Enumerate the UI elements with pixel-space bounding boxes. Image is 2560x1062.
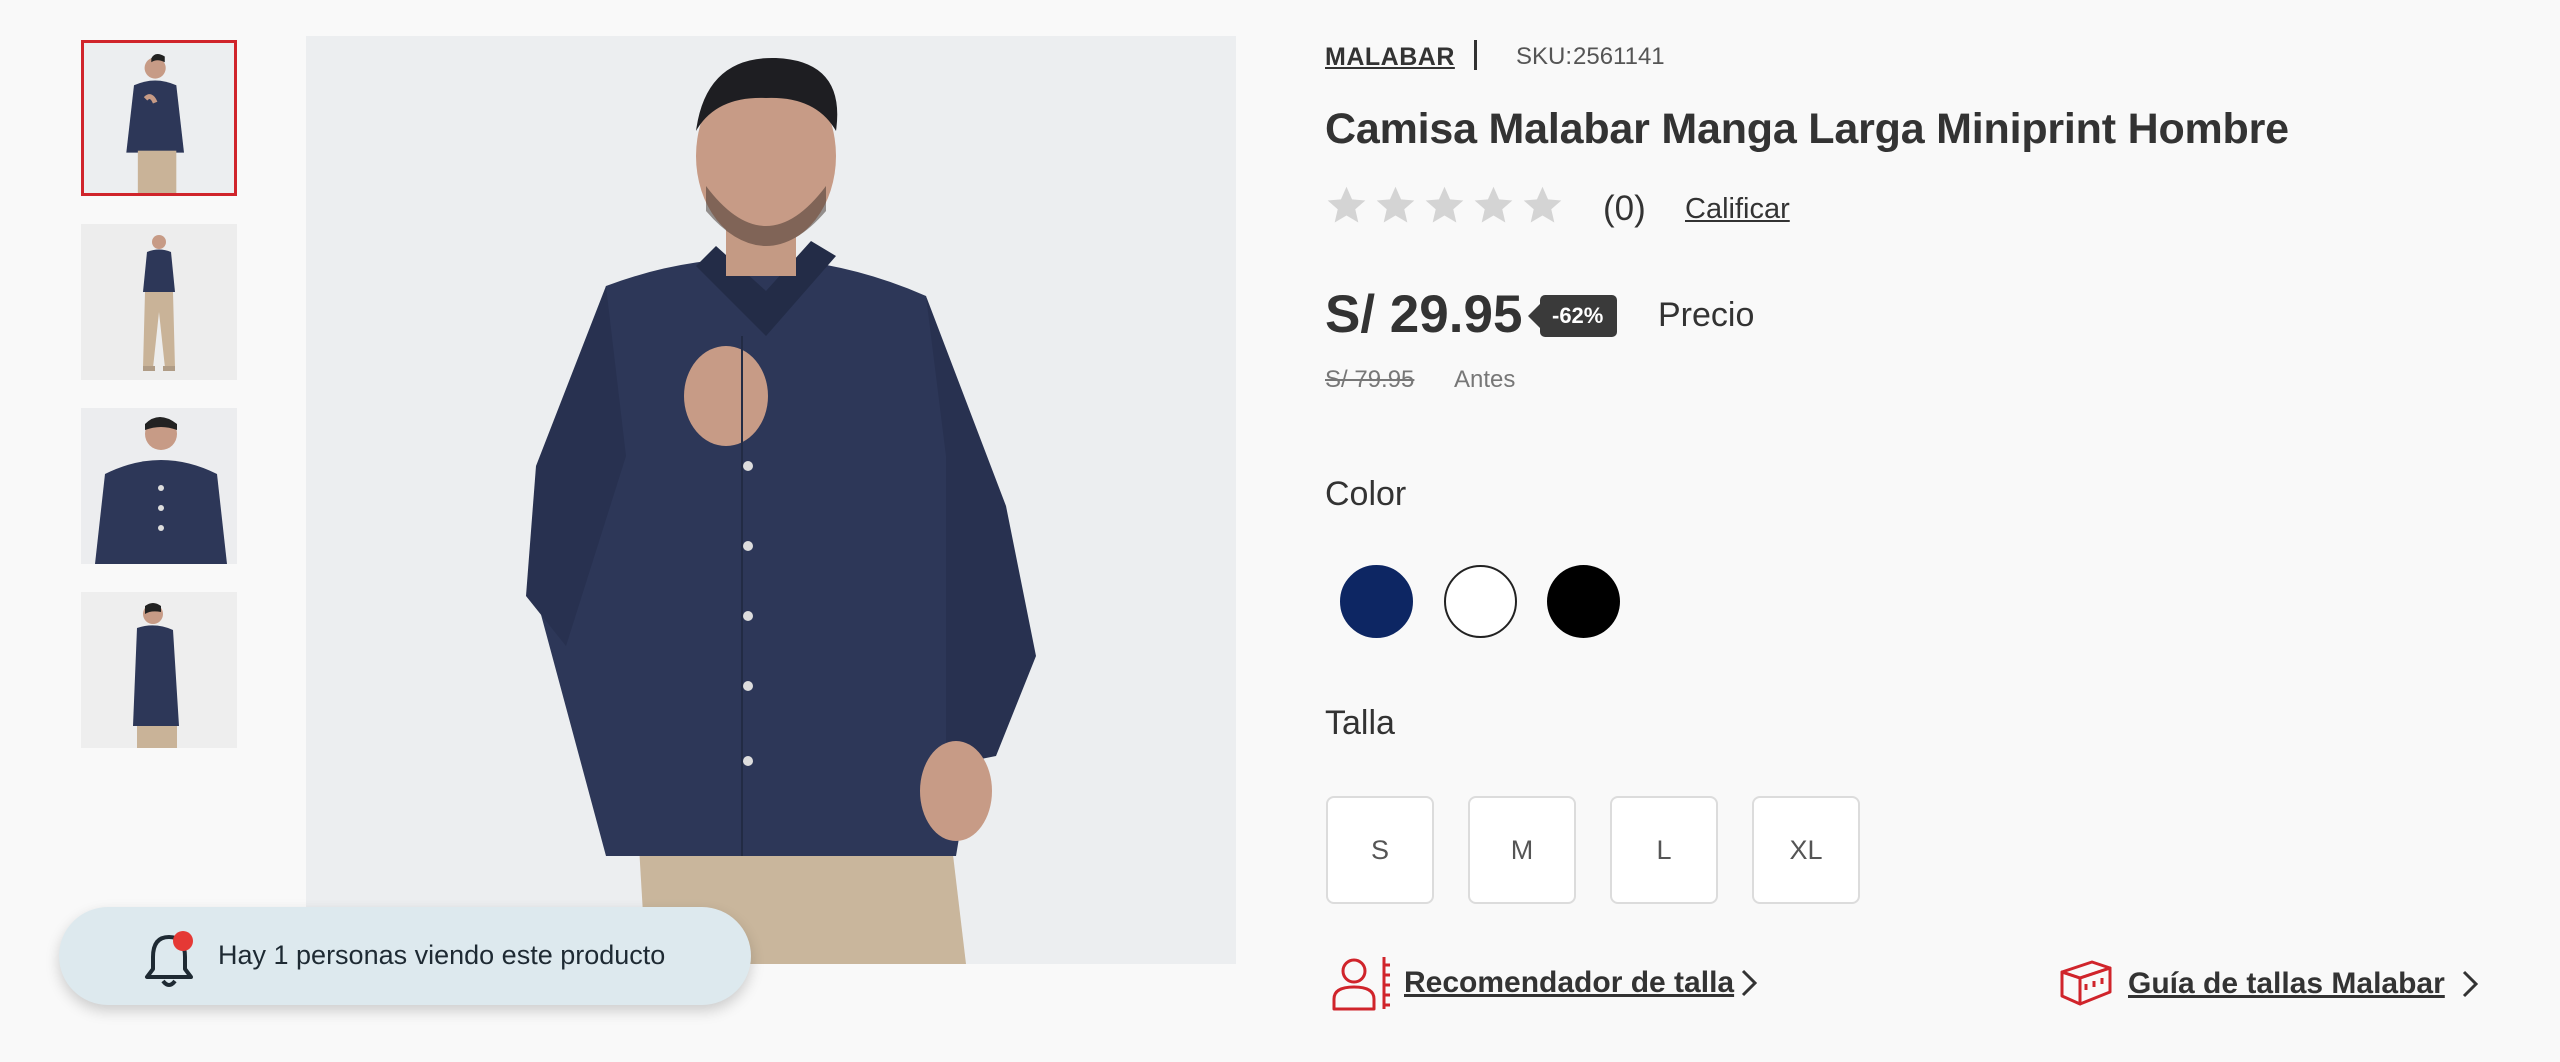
sku-value: 2561141: [1573, 43, 1665, 70]
size-recommender-label: Recomendador de talla: [1404, 966, 1735, 999]
shirt-photo-thumbnail: [81, 408, 237, 564]
chevron-right-icon: [1742, 969, 1758, 997]
color-swatch-black[interactable]: [1547, 565, 1620, 638]
price-label: Precio: [1658, 296, 1755, 334]
thumbnail-side[interactable]: [81, 592, 237, 748]
shirt-photo-thumbnail: [84, 43, 234, 193]
rating-stars[interactable]: [1325, 184, 1564, 227]
star-icon: [1327, 186, 1366, 223]
thumbnail-full-body[interactable]: [81, 224, 237, 380]
bell-icon: [145, 931, 193, 987]
product-title: Camisa Malabar Manga Larga Miniprint Hom…: [1325, 105, 2289, 153]
star-icon: [1474, 186, 1513, 223]
size-option-s[interactable]: S: [1326, 796, 1434, 904]
size-option-l[interactable]: L: [1610, 796, 1718, 904]
size-option-m[interactable]: M: [1468, 796, 1576, 904]
star-icon: [1425, 186, 1464, 223]
size-option-xl[interactable]: XL: [1752, 796, 1860, 904]
viewers-text: Hay 1 personas viendo este producto: [218, 940, 666, 970]
color-label: Color: [1325, 475, 1407, 513]
rate-link[interactable]: Calificar: [1685, 193, 1790, 226]
shirt-photo-thumbnail: [81, 224, 237, 380]
thumbnail-front[interactable]: [81, 40, 237, 196]
model-shirt-photo: [306, 36, 1236, 964]
sku-label: SKU:: [1516, 43, 1573, 70]
viewers-notification: Hay 1 personas viendo este producto: [59, 907, 751, 1005]
star-icon: [1376, 186, 1415, 223]
main-product-image[interactable]: [306, 36, 1236, 964]
size-label: Talla: [1325, 704, 1395, 742]
current-price: S/ 29.95: [1325, 285, 1523, 344]
product-page: Hay 1 personas viendo este producto MALA…: [0, 0, 2560, 1062]
rating-count: (0): [1603, 189, 1646, 228]
color-swatch-white[interactable]: [1444, 565, 1517, 638]
size-guide-label: Guía de tallas Malabar: [2128, 967, 2445, 1000]
size-guide-link[interactable]: Guía de tallas Malabar: [2058, 958, 2479, 1010]
old-price-label: Antes: [1454, 366, 1516, 393]
ruler-icon: [2060, 960, 2112, 1006]
star-icon: [1523, 186, 1562, 223]
old-price: S/ 79.95: [1325, 366, 1415, 393]
discount-badge: -62%: [1527, 295, 1618, 337]
chevron-right-icon: [2462, 970, 2478, 998]
divider: [1474, 40, 1477, 70]
thumbnail-closeup[interactable]: [81, 408, 237, 564]
color-swatch-blue[interactable]: [1340, 565, 1413, 638]
size-recommender-link[interactable]: Recomendador de talla: [1330, 955, 1758, 1011]
brand-link[interactable]: MALABAR: [1325, 43, 1455, 72]
size-recommender-icon: [1332, 957, 1390, 1011]
shirt-photo-thumbnail: [81, 592, 237, 748]
